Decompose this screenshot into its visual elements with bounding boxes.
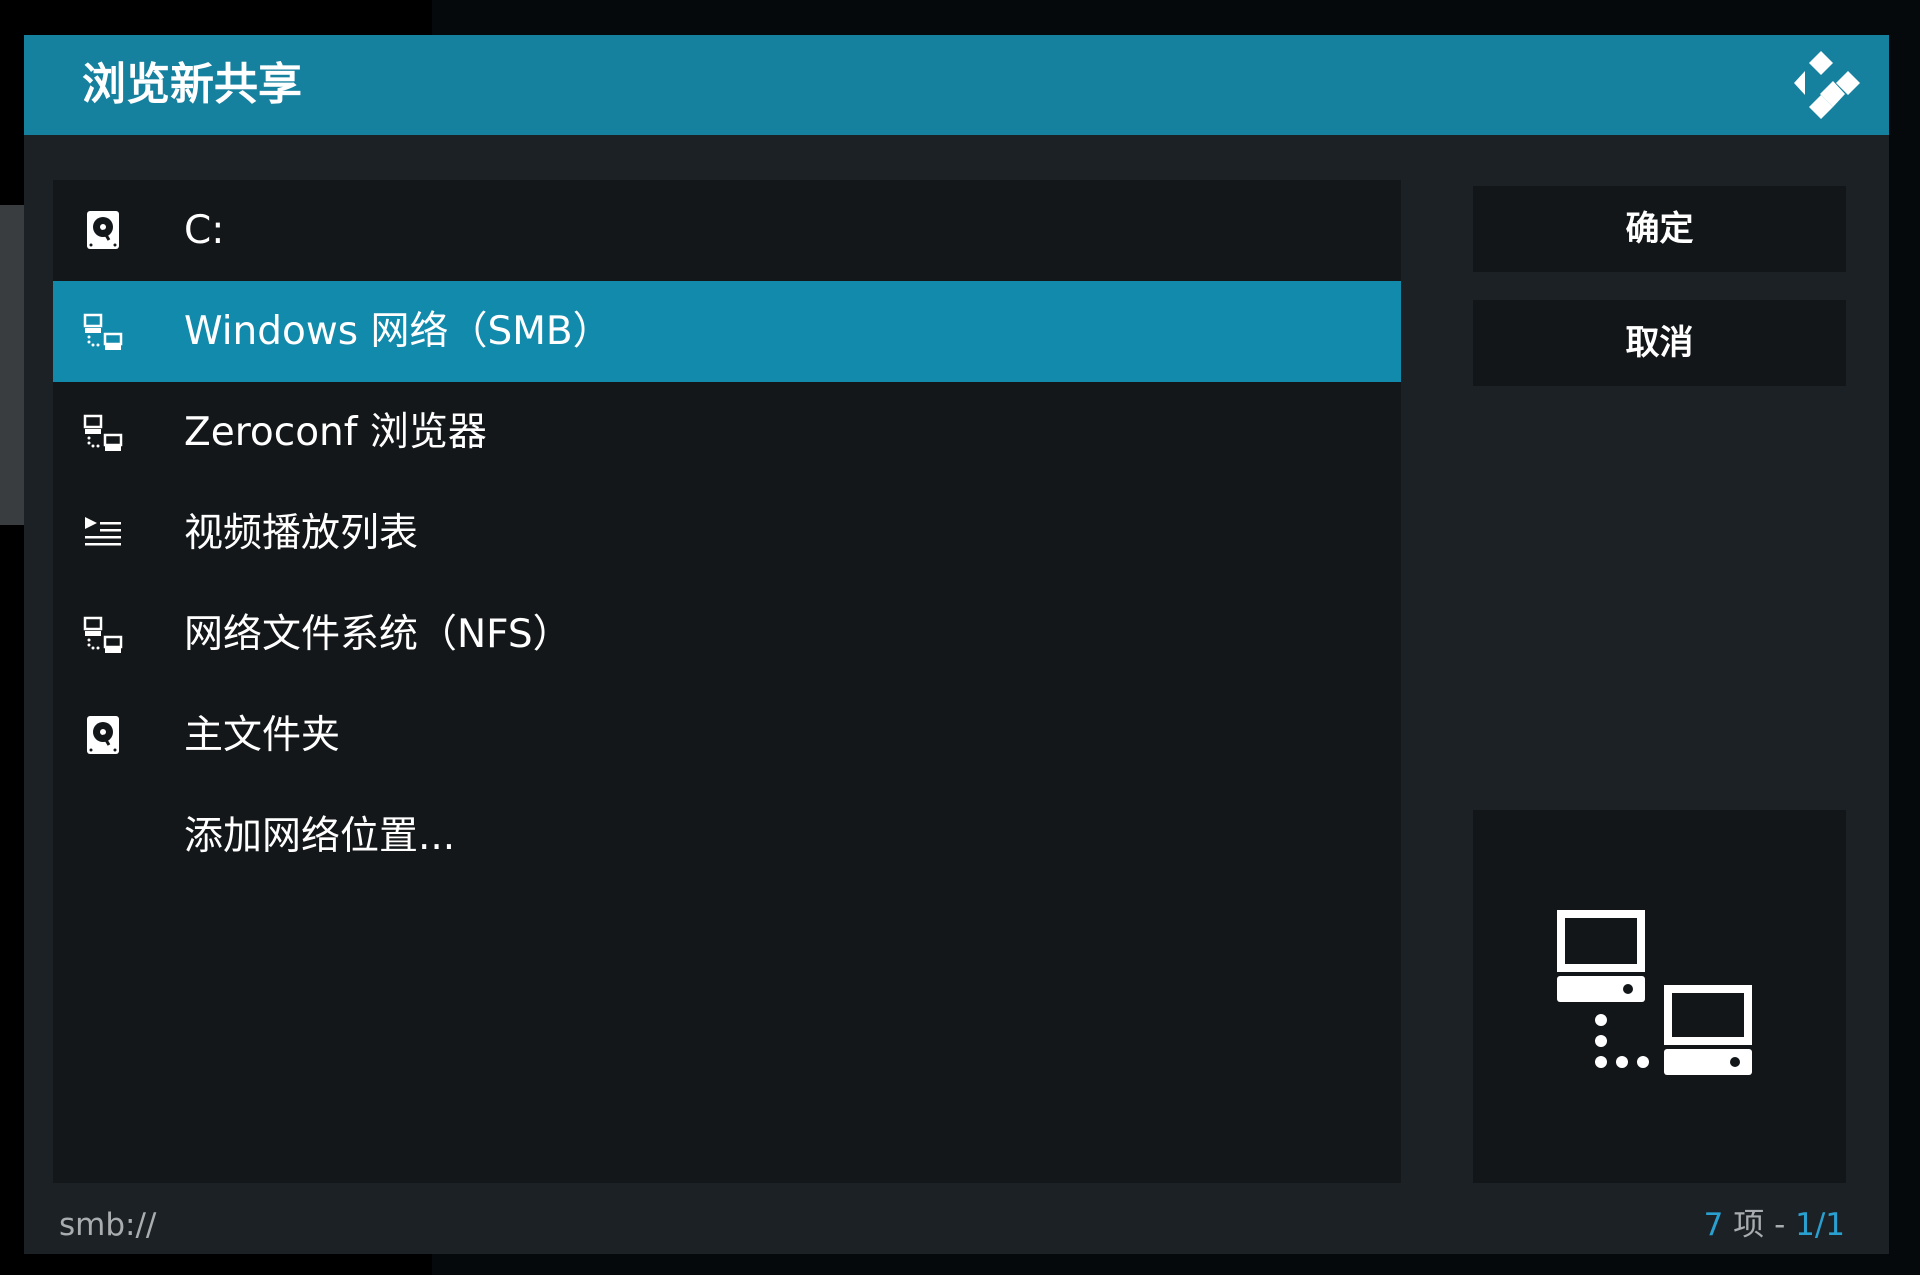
list-item-label: Zeroconf 浏览器: [184, 410, 487, 455]
network-icon: [83, 616, 123, 653]
item-count: 7 项 - 1/1: [1704, 1200, 1845, 1250]
preview-panel: [1473, 810, 1846, 1183]
current-path: smb://: [59, 1207, 157, 1243]
list-item-home-folder[interactable]: 主文件夹: [53, 685, 1401, 786]
network-icon: [83, 313, 123, 350]
background-edge: [0, 205, 26, 525]
ok-button[interactable]: 确定: [1473, 186, 1846, 272]
dialog-header: 浏览新共享: [24, 35, 1889, 135]
list-item-label: 主文件夹: [184, 713, 341, 758]
list-item-video-playlist[interactable]: 视频播放列表: [53, 483, 1401, 584]
network-computers-icon: [1557, 910, 1752, 1075]
dialog-title: 浏览新共享: [82, 59, 302, 110]
list-item-c-drive[interactable]: C:: [53, 180, 1401, 281]
hard-disk-icon: [87, 211, 119, 249]
list-item-label: 添加网络位置...: [184, 814, 456, 859]
list-item-nfs[interactable]: 网络文件系统（NFS）: [53, 584, 1401, 685]
cancel-button[interactable]: 取消: [1473, 300, 1846, 386]
list-item-label: 网络文件系统（NFS）: [184, 612, 572, 657]
page-indicator: 1/1: [1795, 1207, 1845, 1243]
browse-share-dialog: 浏览新共享 C: Windows 网络（SMB） Zeroconf 浏览器 视频…: [24, 35, 1889, 1254]
item-count-number: 7: [1703, 1207, 1724, 1243]
playlist-icon: [85, 517, 121, 546]
list-item-windows-smb[interactable]: Windows 网络（SMB）: [53, 281, 1401, 382]
list-item-label: Windows 网络（SMB）: [184, 309, 612, 354]
hard-disk-icon: [87, 716, 119, 754]
item-count-unit: 项 -: [1723, 1207, 1796, 1243]
list-item-zeroconf[interactable]: Zeroconf 浏览器: [53, 382, 1401, 483]
source-list: C: Windows 网络（SMB） Zeroconf 浏览器 视频播放列表 网…: [53, 180, 1401, 1183]
network-icon: [83, 414, 123, 451]
list-item-label: C:: [184, 208, 225, 253]
kodi-logo-icon: [1794, 51, 1860, 119]
list-item-label: 视频播放列表: [184, 511, 419, 556]
list-item-add-network-location[interactable]: 添加网络位置...: [53, 786, 1401, 887]
